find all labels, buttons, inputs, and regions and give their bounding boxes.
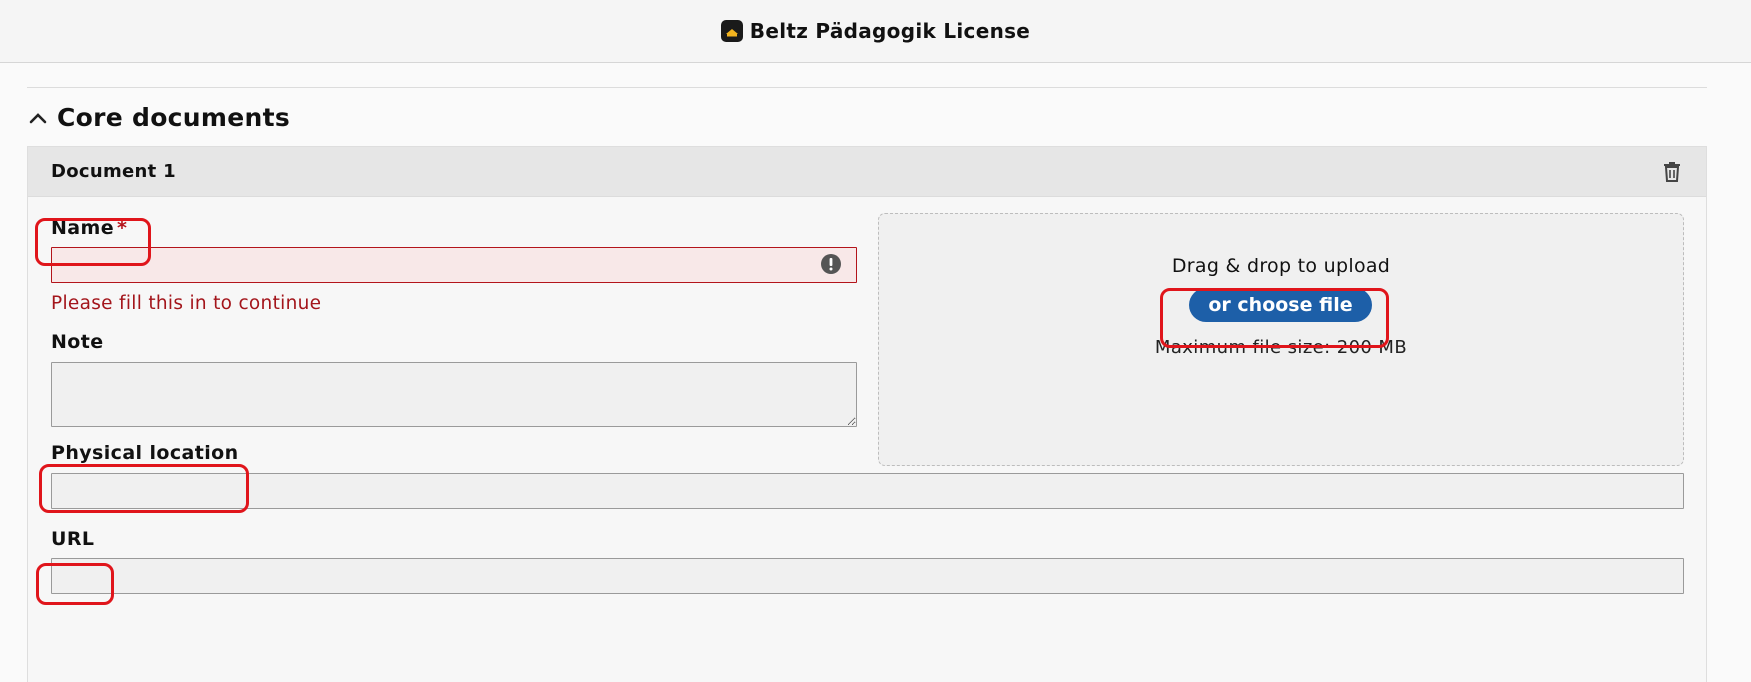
trash-icon[interactable] xyxy=(1660,160,1684,184)
section-divider xyxy=(27,87,1707,88)
document-title: Document 1 xyxy=(51,161,176,182)
top-bar: Beltz Pädagogik License xyxy=(0,0,1751,63)
name-label-text: Name xyxy=(51,217,115,239)
app-title-text: Beltz Pädagogik License xyxy=(749,19,1031,43)
choose-file-button[interactable]: or choose file xyxy=(1189,288,1372,322)
main-content: Core documents Document 1 Name * Please f… xyxy=(0,63,1751,682)
dropzone-prompt: Drag & drop to upload xyxy=(1171,255,1391,277)
physical-location-label: Physical location xyxy=(51,442,239,464)
note-label: Note xyxy=(51,331,104,353)
document-card-header: Document 1 xyxy=(28,147,1706,197)
chevron-up-icon xyxy=(29,112,47,123)
app-title: Beltz Pädagogik License xyxy=(720,19,1031,43)
document-card: Document 1 Name * Please fill this in to … xyxy=(27,146,1707,682)
core-documents-toggle[interactable]: Core documents xyxy=(27,103,290,132)
section-title: Core documents xyxy=(57,103,291,132)
max-file-size: Maximum file size: 200 MB xyxy=(1154,337,1408,358)
required-asterisk: * xyxy=(117,217,128,239)
error-alert-icon xyxy=(821,254,841,274)
url-label: URL xyxy=(51,528,95,550)
file-dropzone[interactable]: Drag & drop to upload or choose file Max… xyxy=(878,213,1684,466)
name-input[interactable] xyxy=(51,247,857,283)
physical-location-input[interactable] xyxy=(51,473,1684,509)
book-app-icon xyxy=(720,20,743,42)
url-input[interactable] xyxy=(51,558,1684,594)
name-error-message: Please fill this in to continue xyxy=(51,293,322,314)
name-label: Name * xyxy=(51,217,127,239)
note-textarea[interactable] xyxy=(51,362,857,427)
